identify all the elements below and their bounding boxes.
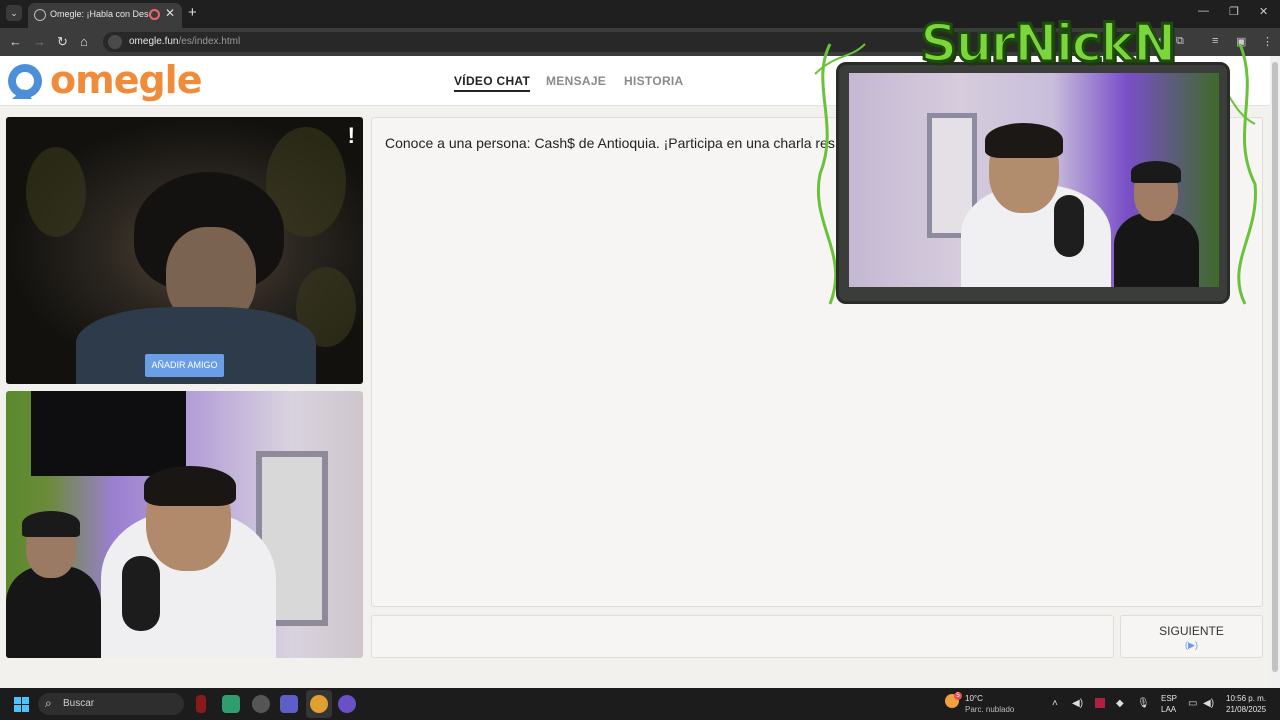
network-app-icon[interactable]: ◆ bbox=[1116, 698, 1124, 709]
streamer-overlay: SurNickN bbox=[810, 13, 1260, 309]
background-tv bbox=[31, 391, 186, 476]
windows-start-icon[interactable] bbox=[14, 697, 29, 712]
second-person-body bbox=[1114, 213, 1199, 287]
logo-text[interactable]: omegle bbox=[50, 58, 202, 102]
close-tab-icon[interactable]: ✕ bbox=[165, 6, 175, 20]
volume-icon[interactable]: ◀) bbox=[1203, 698, 1214, 709]
new-tab-icon[interactable]: + bbox=[188, 4, 197, 21]
app-tray-icon[interactable] bbox=[1095, 698, 1105, 708]
report-icon[interactable]: ! bbox=[348, 123, 355, 149]
globe-icon bbox=[34, 9, 46, 21]
next-button[interactable]: SIGUIENTE (▶) bbox=[1120, 615, 1263, 658]
page-scrollbar[interactable] bbox=[1270, 56, 1280, 688]
forward-icon[interactable]: → bbox=[33, 34, 46, 49]
add-friend-button[interactable]: AÑADIR AMIGO bbox=[145, 354, 224, 377]
reload-icon[interactable]: ↻ bbox=[57, 34, 68, 50]
self-video bbox=[6, 391, 363, 658]
teams-icon[interactable] bbox=[280, 695, 298, 713]
webcam-frame bbox=[836, 62, 1230, 304]
nav-video-chat[interactable]: VÍDEO CHAT bbox=[454, 74, 531, 92]
tab-search-menu-icon[interactable]: ⌄ bbox=[6, 5, 22, 21]
windows-taskbar: ⌕ Buscar 5 10°C Parc. nublado ˄ ◀) ◆ 🎙 E… bbox=[0, 688, 1280, 720]
url-path: /es/index.html bbox=[178, 36, 241, 47]
back-icon[interactable]: ← bbox=[9, 34, 22, 49]
streamer-webcam bbox=[849, 73, 1219, 287]
taskbar-search[interactable]: ⌕ Buscar bbox=[38, 693, 184, 715]
chevron-up-icon[interactable]: ˄ bbox=[1052, 698, 1058, 709]
search-placeholder: Buscar bbox=[63, 698, 95, 709]
browser-tab[interactable]: Omegle: ¡Habla con Descon ✕ bbox=[28, 3, 182, 28]
next-button-label: SIGUIENTE bbox=[1159, 624, 1224, 638]
play-icon: (▶) bbox=[1185, 640, 1198, 650]
second-person-body bbox=[6, 566, 101, 658]
url-host: omegle.fun bbox=[129, 36, 179, 47]
second-person-cap bbox=[22, 511, 80, 537]
language-code[interactable]: ESP bbox=[1161, 694, 1177, 704]
recording-icon bbox=[149, 9, 160, 20]
stranger-video: ! AÑADIR AMIGO bbox=[6, 117, 363, 384]
url-text: omegle.fun/es/index.html bbox=[129, 36, 240, 47]
search-icon: ⌕ bbox=[45, 696, 52, 710]
background-foliage bbox=[26, 147, 86, 237]
keyboard-layout[interactable]: LAA bbox=[1161, 705, 1176, 715]
scrollbar-thumb[interactable] bbox=[1272, 62, 1278, 672]
widgets-icon[interactable] bbox=[222, 695, 240, 713]
microphone-icon[interactable]: 🎙 bbox=[1137, 698, 1150, 709]
nav-message[interactable]: MENSAJE bbox=[546, 74, 606, 88]
message-input[interactable] bbox=[371, 615, 1114, 658]
netflix-icon[interactable] bbox=[196, 695, 206, 713]
menu-icon[interactable]: ⋮ bbox=[1262, 35, 1275, 48]
streamer-hair bbox=[985, 123, 1063, 158]
site-info-icon[interactable] bbox=[108, 35, 122, 49]
app-icon[interactable] bbox=[338, 695, 356, 713]
close-window-icon[interactable]: ✕ bbox=[1259, 5, 1268, 18]
weather-desc[interactable]: Parc. nublado bbox=[965, 705, 1014, 715]
weather-badge: 5 bbox=[954, 692, 962, 700]
monitor-icon[interactable]: ▭ bbox=[1188, 698, 1197, 709]
microphone bbox=[1054, 195, 1084, 257]
chat-system-message: Conoce a una persona: Cash$ de Antioquia… bbox=[385, 135, 835, 151]
second-person-cap bbox=[1131, 161, 1181, 183]
speaker-tray-icon[interactable]: ◀) bbox=[1072, 698, 1083, 709]
streamer-hair bbox=[144, 466, 236, 506]
streamer-name-logo: SurNickN bbox=[918, 13, 1177, 76]
tab-title: Omegle: ¡Habla con Descon bbox=[50, 9, 150, 19]
chrome-icon[interactable] bbox=[310, 695, 328, 713]
omegle-logo-icon[interactable] bbox=[6, 63, 46, 101]
clock-date[interactable]: 21/08/2025 bbox=[1226, 705, 1266, 715]
microphone bbox=[122, 556, 160, 631]
home-icon[interactable]: ⌂ bbox=[80, 34, 88, 49]
weather-temp[interactable]: 10°C bbox=[965, 694, 983, 704]
nav-history[interactable]: HISTORIA bbox=[624, 74, 684, 88]
obs-icon[interactable] bbox=[252, 695, 270, 713]
clock-time[interactable]: 10:56 p. m. bbox=[1226, 694, 1266, 704]
